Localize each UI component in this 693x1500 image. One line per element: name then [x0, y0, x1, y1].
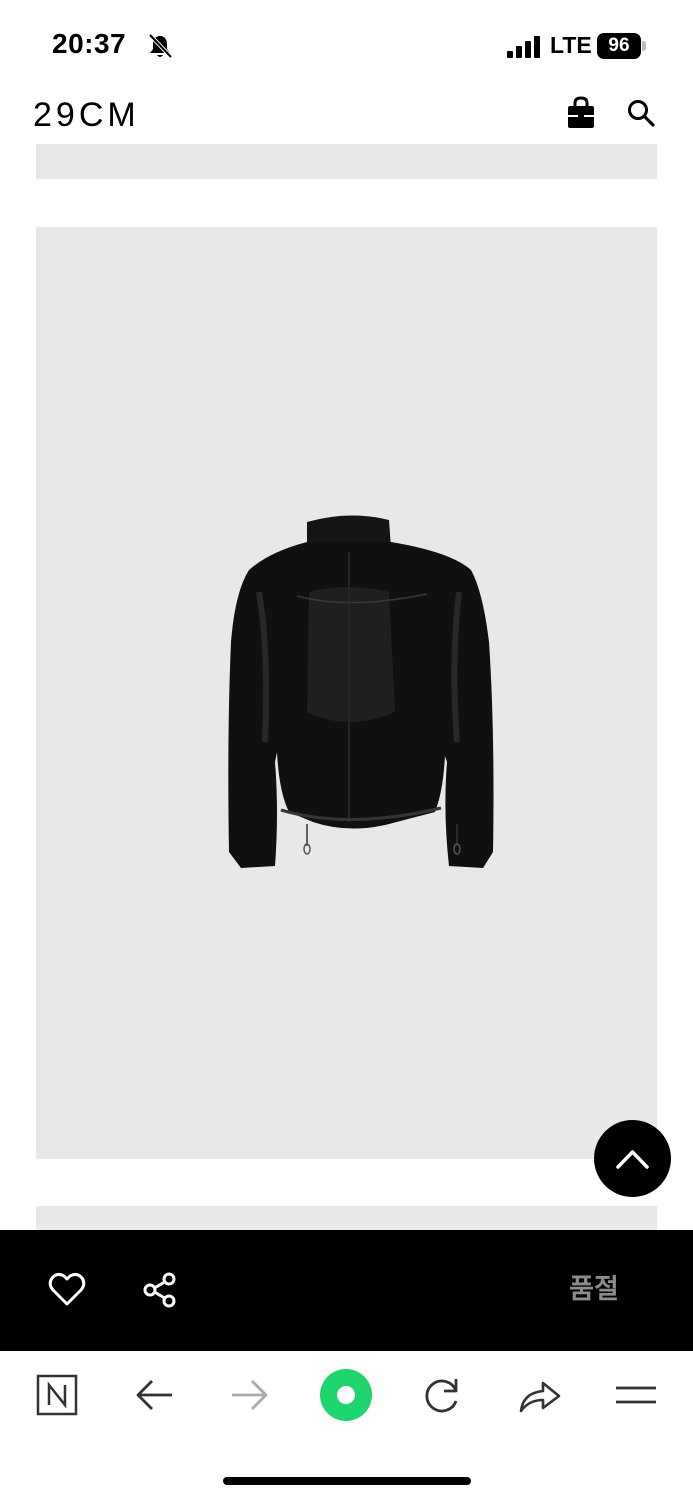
back-arrow-icon[interactable]	[130, 1371, 178, 1419]
heart-icon[interactable]	[47, 1270, 87, 1310]
forward-arrow-icon[interactable]	[226, 1371, 274, 1419]
shopping-bag-icon[interactable]	[566, 96, 596, 130]
browser-toolbar	[0, 1351, 693, 1500]
battery-indicator: 96	[597, 33, 641, 59]
green-dot-icon[interactable]	[318, 1367, 374, 1423]
jacket-back-image	[228, 515, 494, 868]
status-bar: 20:37 LTE 96	[0, 0, 693, 88]
reload-icon[interactable]	[418, 1371, 466, 1419]
search-icon[interactable]	[626, 98, 656, 128]
home-indicator	[223, 1477, 471, 1485]
app-header: 29CM	[0, 88, 693, 144]
brand-logo[interactable]: 29CM	[33, 96, 140, 135]
share-icon[interactable]	[139, 1270, 179, 1310]
chevron-up-icon	[616, 1150, 649, 1169]
product-image	[36, 227, 657, 1159]
purchase-bar: 품절	[0, 1230, 693, 1351]
battery-cap	[642, 41, 646, 51]
scroll-to-top-button[interactable]	[594, 1120, 671, 1197]
soldout-button[interactable]: 품절	[546, 1264, 642, 1316]
signal-icon	[507, 36, 540, 58]
bell-off-icon	[148, 33, 173, 59]
share-arrow-icon[interactable]	[515, 1371, 563, 1419]
menu-icon[interactable]	[612, 1371, 660, 1419]
naver-n-icon[interactable]	[33, 1371, 81, 1419]
product-image-previous	[36, 144, 657, 179]
status-time: 20:37	[52, 28, 127, 59]
network-type: LTE	[550, 32, 592, 58]
